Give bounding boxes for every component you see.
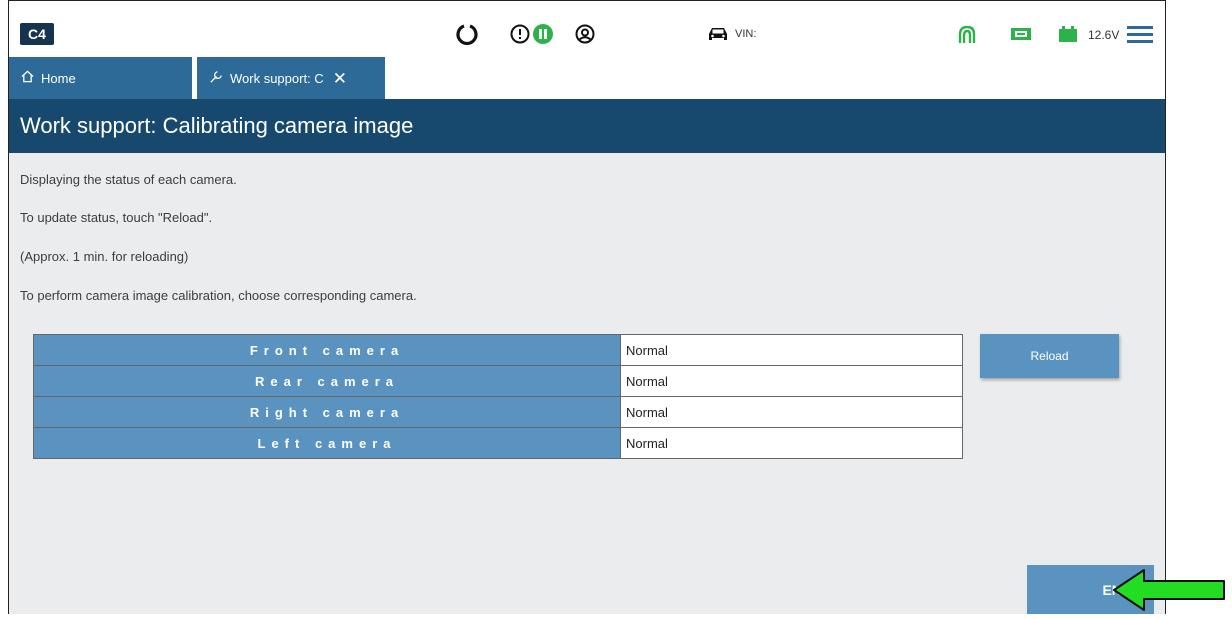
camera-status-table: Front camera Normal Rear camera Normal R… — [33, 334, 963, 459]
table-row[interactable]: Front camera Normal — [33, 334, 963, 366]
green-arrow-annotation — [1110, 566, 1230, 619]
refresh-icon[interactable] — [454, 21, 480, 47]
table-row[interactable]: Rear camera Normal — [33, 365, 963, 397]
tab-work-support[interactable]: Work support: C ✕ — [197, 57, 385, 99]
camera-status-cell: Normal — [620, 396, 963, 428]
top-toolbar: C4 VIN: 12.6V — [9, 1, 1165, 57]
camera-name-cell[interactable]: Right camera — [33, 396, 621, 428]
table-row[interactable]: Right camera Normal — [33, 396, 963, 428]
battery-status-icon — [1009, 25, 1033, 43]
camera-status-cell: Normal — [620, 334, 963, 366]
wrench-icon — [209, 69, 224, 87]
tab-bar: Home Work support: C ✕ — [9, 57, 1165, 99]
table-row[interactable]: Left camera Normal — [33, 427, 963, 459]
description-line: To update status, touch "Reload". — [20, 210, 213, 225]
info-icon[interactable] — [509, 23, 531, 45]
tab-work-support-label: Work support: C — [230, 70, 324, 86]
tab-home-label: Home — [41, 70, 76, 86]
pause-icon[interactable] — [531, 22, 555, 46]
tab-home[interactable]: Home — [9, 57, 192, 99]
app-logo: C4 — [20, 23, 54, 45]
description-line: (Approx. 1 min. for reloading) — [20, 249, 189, 264]
app-window: C4 VIN: 12.6V Home Work support: C ✕ Wor… — [8, 0, 1166, 614]
camera-name-cell[interactable]: Rear camera — [33, 365, 621, 397]
user-icon[interactable] — [574, 23, 596, 45]
car-icon — [705, 24, 731, 44]
description-line: Displaying the status of each camera. — [20, 172, 237, 187]
camera-name-cell[interactable]: Left camera — [33, 427, 621, 459]
page-title: Work support: Calibrating camera image — [9, 99, 1165, 153]
close-icon[interactable]: ✕ — [333, 70, 347, 87]
camera-status-cell: Normal — [620, 427, 963, 459]
voltage-readout: 12.6V — [1088, 28, 1120, 42]
signal-icon — [955, 22, 979, 46]
description-line: To perform camera image calibration, cho… — [20, 288, 417, 303]
camera-name-cell[interactable]: Front camera — [33, 334, 621, 366]
menu-icon[interactable] — [1127, 24, 1153, 44]
vin-label: VIN: — [735, 28, 757, 40]
home-icon — [21, 70, 34, 86]
battery-icon — [1057, 24, 1079, 44]
reload-button[interactable]: Reload — [980, 334, 1119, 378]
camera-status-cell: Normal — [620, 365, 963, 397]
